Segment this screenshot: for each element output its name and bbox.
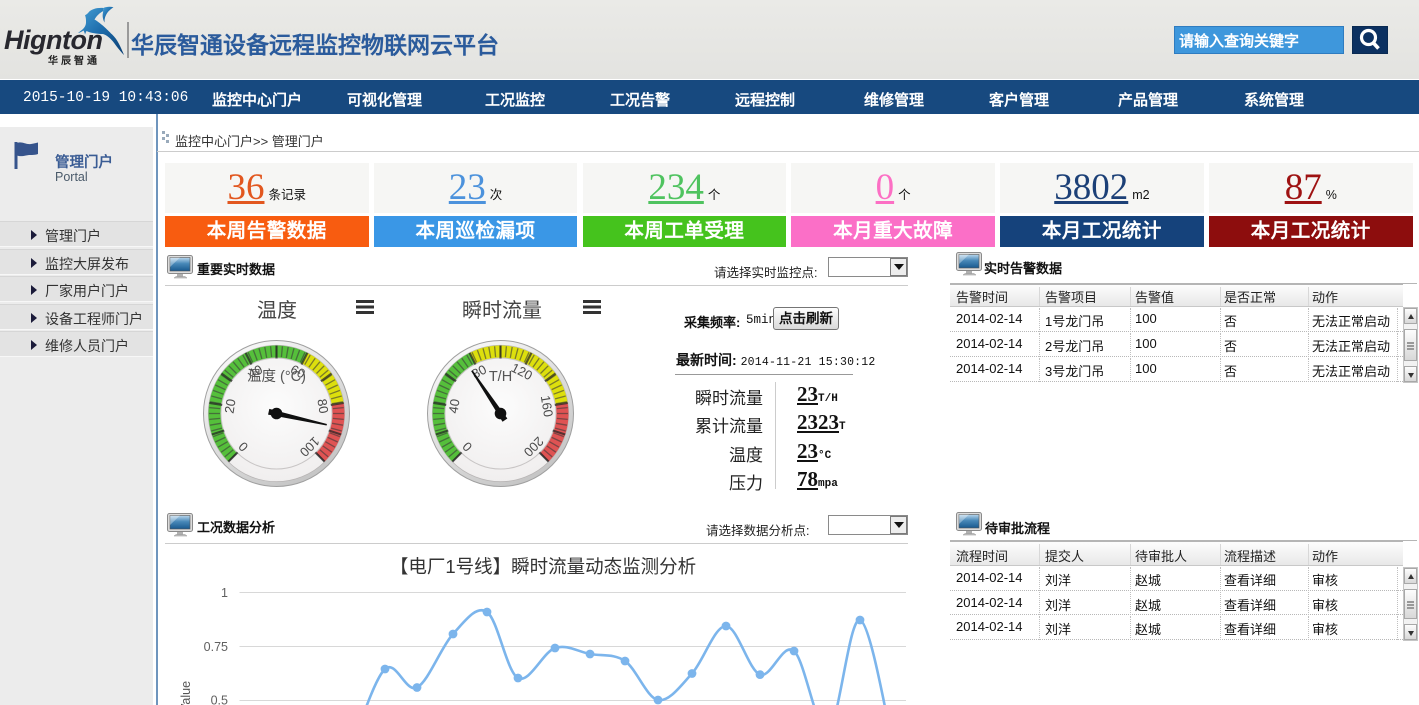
- svg-text:20: 20: [222, 398, 239, 415]
- svg-text:0.75: 0.75: [204, 640, 228, 654]
- svg-text:温度 (°C): 温度 (°C): [247, 368, 306, 385]
- svg-text:T/H: T/H: [489, 369, 512, 385]
- svg-text:40: 40: [446, 398, 463, 415]
- svg-text:80: 80: [314, 398, 331, 415]
- svg-text:0.5: 0.5: [211, 694, 228, 705]
- svg-text:Value: Value: [179, 681, 193, 705]
- svg-text:1: 1: [221, 586, 228, 600]
